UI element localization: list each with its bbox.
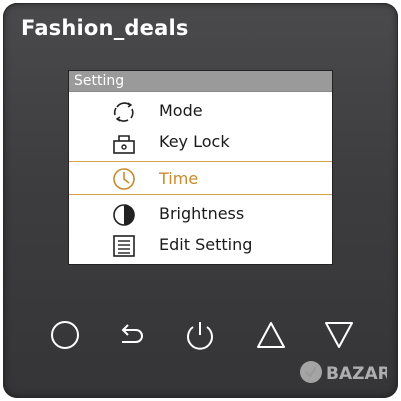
- lcd-screen: Setting Mode Key Lock Time Brightness Ed…: [68, 70, 333, 265]
- brightness-icon: [113, 204, 135, 226]
- menu-item-label: Time: [159, 169, 199, 188]
- menu-item-key-lock[interactable]: Key Lock: [69, 127, 332, 157]
- menu-item-edit-setting[interactable]: Edit Setting: [69, 230, 332, 260]
- clock-icon: [113, 168, 135, 190]
- menu-item-brightness[interactable]: Brightness: [69, 199, 332, 229]
- screen-title: Setting: [69, 71, 332, 92]
- menu-item-time[interactable]: Time: [69, 161, 332, 195]
- brand-label: Fashion_deals: [21, 16, 189, 40]
- power-button[interactable]: [183, 318, 217, 352]
- bazar-watermark-logo: BAZAR: [300, 361, 387, 384]
- key-lock-icon: [113, 135, 135, 154]
- up-button[interactable]: [254, 318, 288, 352]
- back-button[interactable]: [114, 318, 148, 352]
- menu-item-label: Edit Setting: [159, 235, 253, 254]
- down-button[interactable]: [322, 318, 356, 352]
- svg-text:BAZAR: BAZAR: [326, 364, 387, 384]
- circle-button[interactable]: [48, 318, 82, 352]
- menu-item-mode[interactable]: Mode: [69, 96, 332, 126]
- mode-icon: [113, 102, 134, 122]
- menu-item-label: Brightness: [159, 204, 245, 223]
- edit-setting-icon: [113, 235, 135, 257]
- menu-item-label: Mode: [159, 101, 203, 120]
- menu-item-label: Key Lock: [159, 132, 230, 151]
